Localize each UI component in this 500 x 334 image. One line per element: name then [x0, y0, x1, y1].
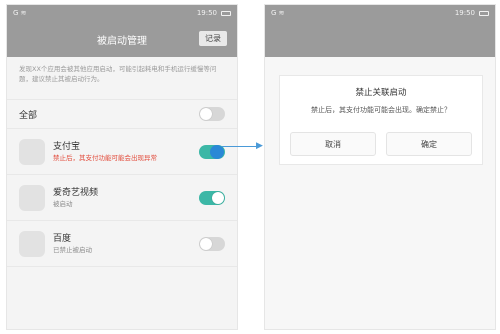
app-name: 百度 — [53, 233, 72, 244]
dialog-title: 禁止关联启动 — [355, 88, 407, 98]
all-apps-label: 全部 — [19, 110, 38, 121]
toggle-knob — [212, 191, 224, 204]
dialog-message: 禁止后，其支付功能可能会出现。确定禁止？ — [311, 106, 451, 114]
all-apps-toggle[interactable] — [199, 107, 225, 121]
page-title: 被启动管理 — [97, 35, 147, 47]
app-status: 被启动 — [53, 199, 73, 208]
confirm-button[interactable]: 确定 — [386, 132, 472, 156]
toggle-knob — [200, 108, 212, 120]
status-bar: G ≋ 19:50 — [7, 5, 237, 21]
toggle-knob — [200, 237, 212, 250]
iqiyi-toggle[interactable] — [199, 190, 225, 205]
all-apps-row: 全部 — [7, 99, 237, 129]
signal-wifi-icon: G ≋ — [13, 9, 27, 17]
cancel-button[interactable]: 取消 — [290, 132, 376, 156]
app-name: 爱奇艺视频 — [53, 187, 99, 198]
connector-line — [222, 146, 260, 147]
list-item-alipay: 支付宝 禁止后，其支付功能可能会出现异常 — [7, 129, 237, 175]
baidu-app-icon — [19, 230, 45, 257]
alipay-app-icon — [19, 138, 45, 165]
header-bar: 被启动管理 记录 — [7, 21, 237, 57]
confirm-dialog-screen: G ≋ 19:50 禁止关联启动 禁止后，其支付功能可能会出现。确定禁止？ 取消… — [264, 4, 496, 330]
header-bar — [265, 21, 495, 57]
record-button[interactable]: 记录 — [199, 31, 227, 46]
list-item-iqiyi: 爱奇艺视频 被启动 — [7, 175, 237, 221]
arrow-right-icon: ▶ — [256, 141, 263, 151]
battery-icon — [221, 10, 231, 16]
battery-icon — [479, 10, 489, 16]
baidu-toggle[interactable] — [199, 236, 225, 251]
signal-wifi-icon: G ≋ — [271, 9, 285, 17]
app-launch-manager-screen: G ≋ 19:50 被启动管理 记录 发现XX个应用会被其他应用启动，可能引起耗… — [6, 4, 238, 330]
app-name: 支付宝 — [53, 141, 81, 152]
list-item-baidu: 百度 已禁止被启动 — [7, 221, 237, 267]
clock-text: 19:50 — [196, 9, 217, 17]
description-text: 发现XX个应用会被其他应用启动，可能引起耗电和手机运行缓慢等问题，建议禁止其被启… — [19, 65, 217, 83]
clock-text: 19:50 — [454, 9, 475, 17]
iqiyi-app-icon — [19, 184, 45, 211]
app-status-warning: 禁止后，其支付功能可能会出现异常 — [53, 153, 157, 162]
confirm-dialog: 禁止关联启动 禁止后，其支付功能可能会出现。确定禁止？ 取消 确定 — [279, 75, 483, 165]
app-status: 已禁止被启动 — [53, 245, 92, 254]
status-bar: G ≋ 19:50 — [265, 5, 495, 21]
